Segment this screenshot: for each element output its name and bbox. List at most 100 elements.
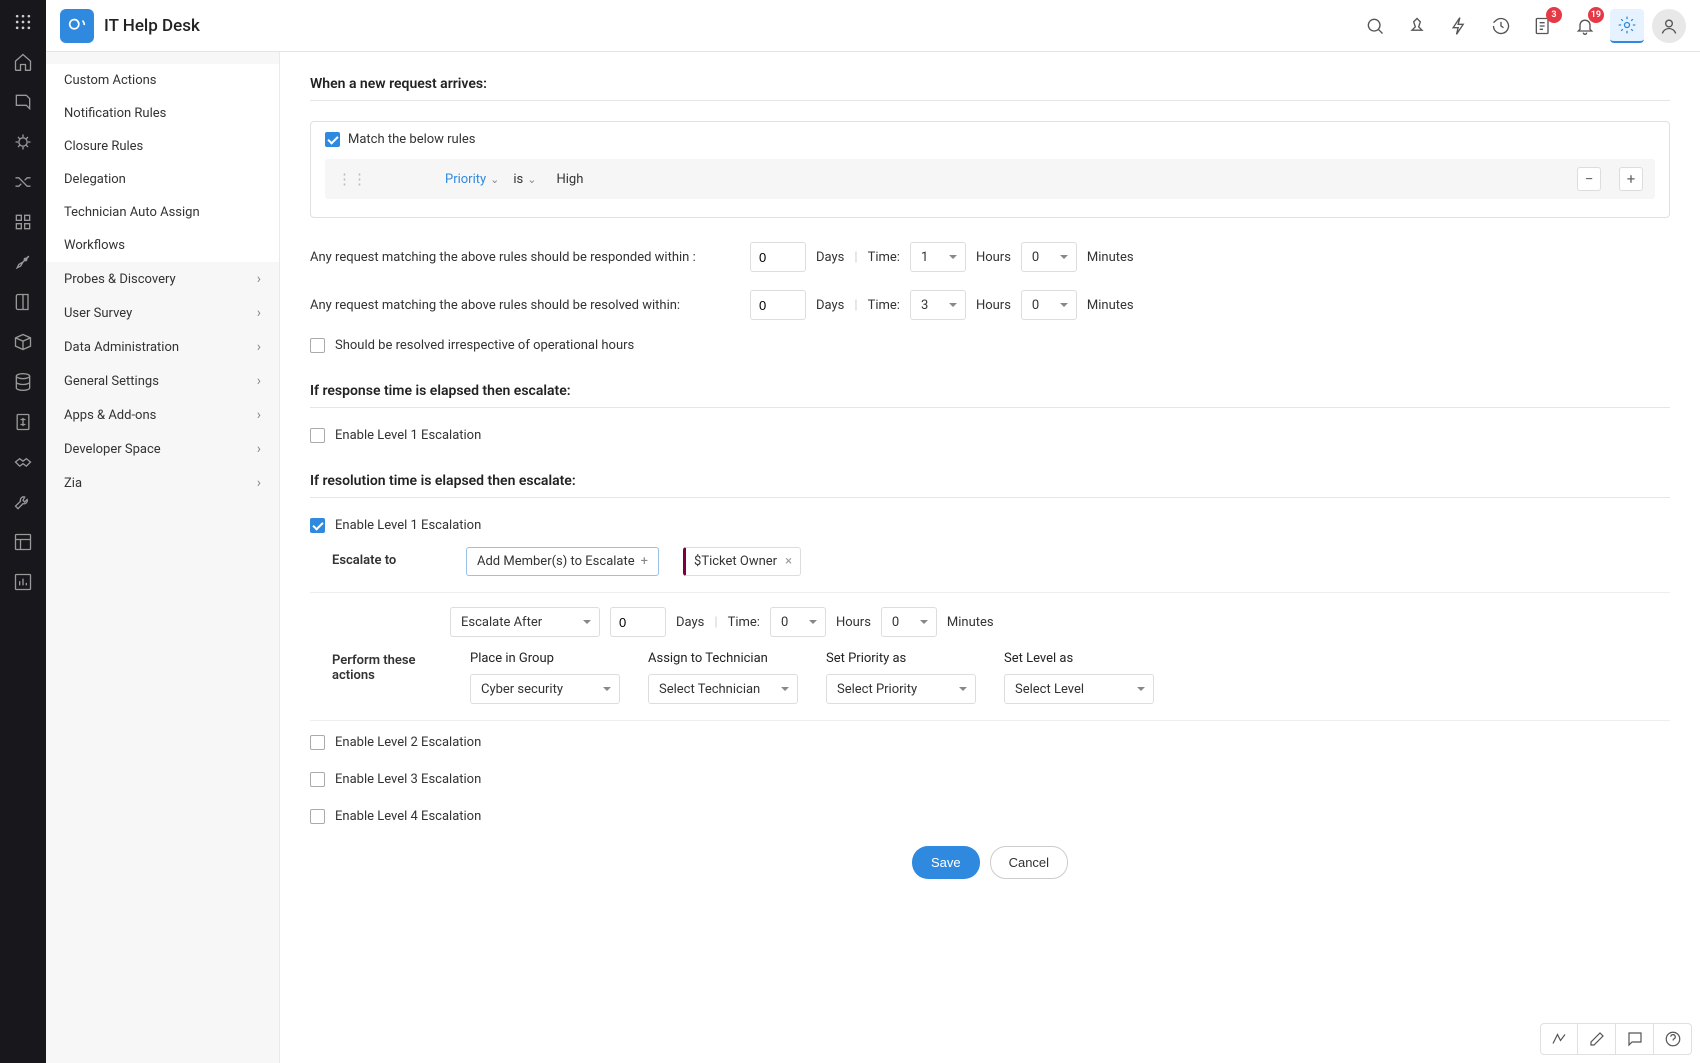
chevron-right-icon: › — [257, 475, 261, 491]
package-icon[interactable] — [9, 328, 37, 356]
remove-rule-button[interactable]: − — [1577, 167, 1601, 191]
wrench-icon[interactable] — [9, 488, 37, 516]
history-icon[interactable] — [1484, 9, 1518, 43]
sidebar-group-data-admin[interactable]: Data Administration› — [46, 330, 279, 364]
invoice-icon[interactable] — [9, 408, 37, 436]
sidebar-item-label: Custom Actions — [64, 73, 157, 88]
sidebar-item-custom-actions[interactable]: Custom Actions — [46, 64, 279, 97]
match-rules-checkbox[interactable] — [325, 132, 340, 147]
esc-hours-select[interactable]: 0 — [770, 607, 826, 637]
book-icon[interactable] — [9, 288, 37, 316]
sidebar-item-closure-rules[interactable]: Closure Rules — [46, 130, 279, 163]
zia-icon[interactable] — [1540, 1023, 1578, 1055]
add-rule-button[interactable]: + — [1619, 167, 1643, 191]
hours-text: Hours — [836, 615, 871, 630]
search-icon[interactable] — [1358, 9, 1392, 43]
blocks-icon[interactable] — [9, 208, 37, 236]
sidebar-group-zia[interactable]: Zia› — [46, 466, 279, 500]
gear-icon[interactable] — [1610, 9, 1644, 43]
sidebar-group-dev[interactable]: Developer Space› — [46, 432, 279, 466]
resolution-l1-checkbox[interactable] — [310, 518, 325, 533]
drag-handle-icon[interactable]: ⋮⋮ — [337, 172, 367, 187]
app-title: IT Help Desk — [104, 16, 200, 36]
bottom-toolbar — [1540, 1023, 1692, 1055]
sidebar-item-label: General Settings — [64, 374, 159, 389]
sidebar-group-general[interactable]: General Settings › — [46, 364, 279, 398]
tasks-icon[interactable]: 3 — [1526, 9, 1560, 43]
resolve-minutes-select[interactable]: 0 — [1021, 290, 1077, 320]
esc-days-input[interactable] — [610, 607, 666, 637]
escalate-tag: $Ticket Owner × — [683, 547, 801, 576]
edit-icon[interactable] — [1578, 1023, 1616, 1055]
sidebar-item-workflows[interactable]: Workflows — [46, 229, 279, 262]
col-head-priority: Set Priority as — [826, 651, 976, 666]
layout-icon[interactable] — [9, 528, 37, 556]
sidebar-group-survey[interactable]: User Survey› — [46, 296, 279, 330]
left-icon-rail — [0, 0, 46, 1063]
respond-label: Any request matching the above rules sho… — [310, 250, 740, 265]
resolve-hours-select[interactable]: 3 — [910, 290, 966, 320]
sidebar-item-notification-rules[interactable]: Notification Rules — [46, 97, 279, 130]
shuffle-icon[interactable] — [9, 168, 37, 196]
group-select[interactable]: Cyber security — [470, 674, 620, 704]
bug-icon[interactable] — [9, 128, 37, 156]
rule-op-select[interactable]: is⌄ — [513, 172, 536, 187]
l3-checkbox[interactable] — [310, 772, 325, 787]
ticket-icon[interactable] — [9, 88, 37, 116]
save-button[interactable]: Save — [912, 846, 980, 879]
main-pane[interactable]: When a new request arrives: Match the be… — [280, 52, 1700, 1063]
chevron-right-icon: › — [257, 373, 261, 389]
sidebar-item-label: Technician Auto Assign — [64, 205, 200, 220]
avatar[interactable] — [1652, 9, 1686, 43]
respond-hours-select[interactable]: 1 — [910, 242, 966, 272]
irrespective-checkbox[interactable] — [310, 338, 325, 353]
sidebar-group-probes[interactable]: Probes & Discovery› — [46, 262, 279, 296]
response-l1-label: Enable Level 1 Escalation — [335, 428, 481, 443]
rule-row: ⋮⋮ Priority⌄ is⌄ High − + — [325, 159, 1655, 199]
sidebar-item-label: Data Administration — [64, 340, 179, 355]
sidebar-group-apps[interactable]: Apps & Add-ons› — [46, 398, 279, 432]
priority-select[interactable]: Select Priority — [826, 674, 976, 704]
database-icon[interactable] — [9, 368, 37, 396]
resolve-days-input[interactable] — [750, 290, 806, 320]
sidebar-item-delegation[interactable]: Delegation — [46, 163, 279, 196]
rule-op-label: is — [513, 172, 523, 187]
chevron-right-icon: › — [257, 441, 261, 457]
add-member-label: Add Member(s) to Escalate — [477, 554, 635, 569]
settings-sidebar: Custom Actions Notification Rules Closur… — [46, 52, 280, 1063]
apps-grid-icon[interactable] — [9, 8, 37, 36]
reports-icon[interactable] — [9, 568, 37, 596]
time-text: Time: — [728, 615, 760, 630]
level-select[interactable]: Select Level — [1004, 674, 1154, 704]
bell-icon[interactable]: 19 — [1568, 9, 1602, 43]
rule-field-select[interactable]: Priority⌄ — [445, 172, 499, 187]
days-text: Days — [816, 250, 844, 265]
respond-minutes-select[interactable]: 0 — [1021, 242, 1077, 272]
respond-days-input[interactable] — [750, 242, 806, 272]
escalate-after-select[interactable]: Escalate After — [450, 607, 600, 637]
sidebar-item-tech-auto-assign[interactable]: Technician Auto Assign — [46, 196, 279, 229]
col-head-tech: Assign to Technician — [648, 651, 798, 666]
chat-icon[interactable] — [1616, 1023, 1654, 1055]
bolt-icon[interactable] — [1442, 9, 1476, 43]
cancel-button[interactable]: Cancel — [990, 846, 1068, 879]
chevron-right-icon: › — [257, 407, 261, 423]
handshake-icon[interactable] — [9, 448, 37, 476]
sidebar-item-label: Probes & Discovery — [64, 272, 176, 287]
rule-value: High — [550, 172, 583, 187]
technician-select[interactable]: Select Technician — [648, 674, 798, 704]
help-icon[interactable] — [1654, 1023, 1692, 1055]
minutes-text: Minutes — [1087, 298, 1134, 313]
rule-field-label: Priority — [445, 172, 486, 187]
esc-minutes-select[interactable]: 0 — [881, 607, 937, 637]
escalate-tag-label: $Ticket Owner — [694, 554, 777, 569]
rocket-icon[interactable] — [9, 248, 37, 276]
add-member-button[interactable]: Add Member(s) to Escalate + — [466, 547, 659, 576]
l2-checkbox[interactable] — [310, 735, 325, 750]
home-icon[interactable] — [9, 48, 37, 76]
remove-tag-button[interactable]: × — [785, 554, 792, 569]
l4-checkbox[interactable] — [310, 809, 325, 824]
pin-icon[interactable] — [1400, 9, 1434, 43]
resolution-l1-label: Enable Level 1 Escalation — [335, 518, 481, 533]
response-l1-checkbox[interactable] — [310, 428, 325, 443]
